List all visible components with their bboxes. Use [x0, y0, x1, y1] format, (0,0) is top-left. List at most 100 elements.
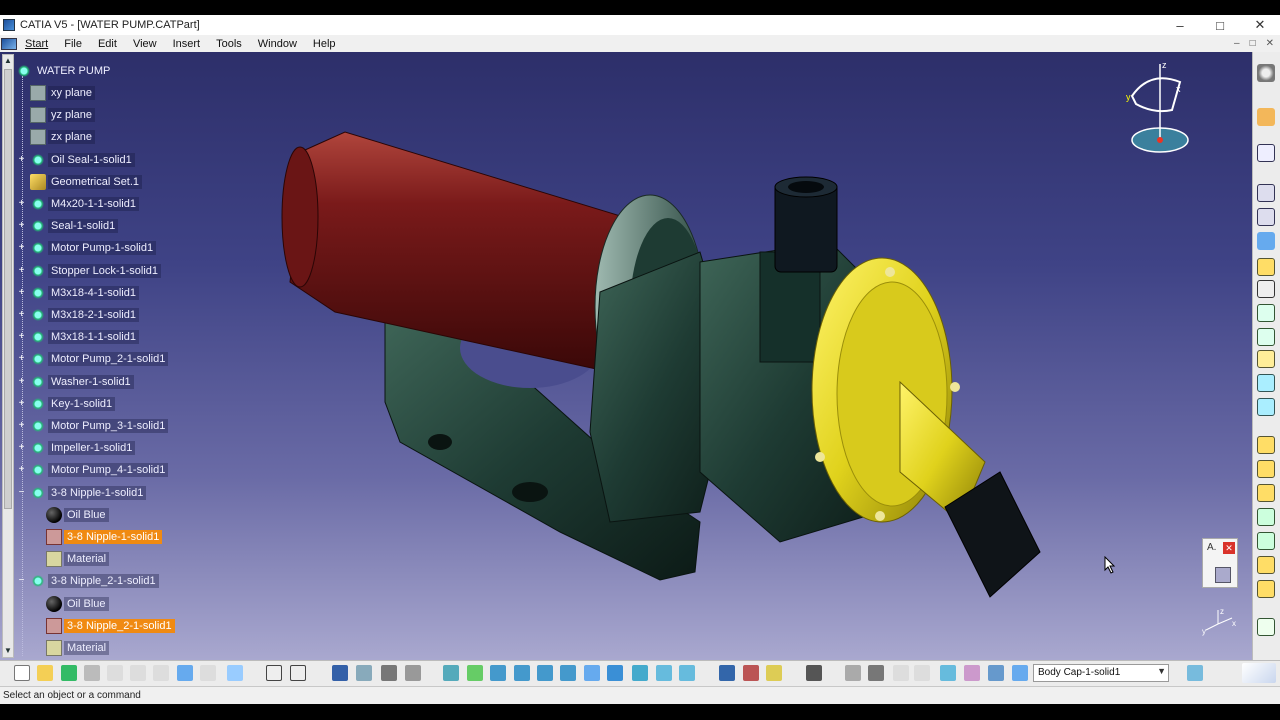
tree-expander-icon[interactable]: + — [17, 443, 26, 453]
tree-node[interactable]: Motor Pump_4-1-solid1 — [30, 461, 169, 479]
groove-icon[interactable] — [1257, 258, 1275, 276]
edge-fillet-icon[interactable] — [1257, 436, 1275, 454]
tree-expander-icon[interactable]: + — [17, 465, 26, 475]
measure-icon[interactable] — [405, 665, 421, 681]
rotate-icon[interactable] — [514, 665, 530, 681]
undo-icon[interactable] — [177, 665, 193, 681]
water-pump-model[interactable] — [0, 52, 1252, 660]
tree-expander-icon[interactable]: + — [17, 354, 26, 364]
tree-node[interactable]: Motor Pump_3-1-solid1 — [30, 417, 169, 435]
tree-node[interactable]: Oil Blue — [46, 595, 109, 613]
scroll-up-arrow-icon[interactable]: ▲ — [4, 57, 12, 65]
doc-maximize-button[interactable]: □ — [1250, 38, 1256, 49]
tree-scrollbar[interactable]: ▲ ▼ — [2, 54, 14, 658]
rib-icon[interactable] — [1257, 304, 1275, 322]
normal-view-icon[interactable] — [584, 665, 600, 681]
print-icon[interactable] — [84, 665, 100, 681]
tree-node[interactable]: Impeller-1-solid1 — [30, 439, 136, 457]
tree-expander-icon[interactable]: + — [17, 265, 26, 275]
pad-icon[interactable] — [1257, 184, 1275, 202]
swap-visible-space-icon[interactable] — [679, 665, 695, 681]
define-in-work-object-icon[interactable] — [1012, 665, 1028, 681]
tree-node[interactable]: 3-8 Nipple_2-1-solid1 — [30, 572, 159, 590]
tree-expander-icon[interactable]: − — [17, 487, 26, 497]
iso-view-icon[interactable] — [607, 665, 623, 681]
menu-view[interactable]: View — [125, 38, 165, 50]
compass-widget[interactable]: z x y — [1124, 60, 1194, 160]
cut-icon[interactable] — [107, 665, 123, 681]
tree-expander-icon[interactable]: + — [17, 287, 26, 297]
menu-help[interactable]: Help — [305, 38, 344, 50]
tree-node[interactable]: Material — [46, 550, 110, 568]
tree-node[interactable]: Stopper Lock-1-solid1 — [30, 262, 162, 280]
tree-node[interactable]: Motor Pump_2-1-solid1 — [30, 350, 169, 368]
menu-file[interactable]: File — [56, 38, 90, 50]
pan-icon[interactable] — [490, 665, 506, 681]
doc-close-button[interactable]: ✕ — [1266, 38, 1274, 49]
hole-icon[interactable] — [1257, 280, 1275, 298]
thickness-icon[interactable] — [1257, 532, 1275, 550]
tree-node[interactable]: 3-8 Nipple-1-solid1 — [30, 484, 147, 502]
document-icon[interactable] — [1, 37, 17, 50]
menu-start[interactable]: Start — [17, 38, 56, 50]
open-icon[interactable] — [37, 665, 53, 681]
tree-node[interactable]: yz plane — [30, 106, 95, 124]
tree-expander-icon[interactable]: + — [17, 421, 26, 431]
tree-node[interactable]: 3-8 Nipple-1-solid1 — [46, 528, 163, 546]
tree-node[interactable]: Motor Pump-1-solid1 — [30, 239, 157, 257]
stiffener-icon[interactable] — [1257, 350, 1275, 368]
remove-loft-icon[interactable] — [1257, 398, 1275, 416]
slot-icon[interactable] — [1257, 328, 1275, 346]
menu-tools[interactable]: Tools — [208, 38, 250, 50]
select-arrow-icon[interactable] — [1257, 108, 1275, 126]
save-icon[interactable] — [61, 665, 77, 681]
tree-node[interactable]: M3x18-4-1-solid1 — [30, 284, 139, 302]
part-body-icon[interactable] — [940, 665, 956, 681]
tree-expander-icon[interactable]: + — [17, 398, 26, 408]
tree-expander-icon[interactable]: + — [17, 332, 26, 342]
tree-node[interactable]: Material — [46, 639, 110, 657]
minimize-button[interactable]: – — [1160, 15, 1200, 35]
knowledge-advisor-icon[interactable] — [290, 665, 306, 681]
draft-icon[interactable] — [1257, 484, 1275, 502]
settings-gear-icon[interactable] — [1257, 64, 1275, 82]
sketch-tracer-icon[interactable] — [1187, 665, 1203, 681]
paste-icon[interactable] — [153, 665, 169, 681]
shading-icon[interactable] — [632, 665, 648, 681]
current-body-select[interactable]: Body Cap-1-solid1 ▼ — [1033, 664, 1169, 682]
tree-expander-icon[interactable]: + — [17, 221, 26, 231]
maximize-button[interactable]: □ — [1200, 15, 1240, 35]
tree-expander-icon[interactable]: + — [17, 376, 26, 386]
bottle-icon[interactable] — [766, 665, 782, 681]
loft-icon[interactable] — [1257, 374, 1275, 392]
thread-icon[interactable] — [1257, 556, 1275, 574]
copy-icon[interactable] — [130, 665, 146, 681]
tree-node[interactable]: xy plane — [30, 84, 95, 102]
3d-viewport[interactable] — [0, 52, 1252, 660]
scroll-down-arrow-icon[interactable]: ▼ — [4, 647, 12, 655]
tree-node[interactable]: zx plane — [30, 128, 95, 146]
table-icon[interactable] — [332, 665, 348, 681]
tree-node[interactable]: Seal-1-solid1 — [30, 217, 119, 235]
tree-root[interactable]: WATER PUMP — [16, 62, 113, 80]
tree-expander-icon[interactable]: + — [17, 154, 26, 164]
tree-node[interactable]: Washer-1-solid1 — [30, 373, 134, 391]
scroll-thumb[interactable] — [4, 69, 12, 509]
sketch-icon[interactable] — [1257, 144, 1275, 162]
tree-node[interactable]: M3x18-1-1-solid1 — [30, 328, 139, 346]
printer-icon[interactable] — [1215, 567, 1231, 583]
tree-node[interactable]: Oil Blue — [46, 506, 109, 524]
split-icon[interactable] — [1257, 580, 1275, 598]
floating-mini-window[interactable]: A. ✕ — [1202, 538, 1238, 588]
shell-icon[interactable] — [1257, 508, 1275, 526]
bolt-icon[interactable] — [381, 665, 397, 681]
capture-icon[interactable] — [806, 665, 822, 681]
tree-expander-icon[interactable]: − — [17, 576, 26, 586]
hide-show-icon[interactable] — [656, 665, 672, 681]
new-icon[interactable] — [14, 665, 30, 681]
whats-this-icon[interactable] — [227, 665, 243, 681]
tree-expander-icon[interactable]: + — [17, 243, 26, 253]
update-icon[interactable] — [845, 665, 861, 681]
formula-icon[interactable] — [266, 665, 282, 681]
tree-node[interactable]: 3-8 Nipple_2-1-solid1 — [46, 617, 175, 635]
